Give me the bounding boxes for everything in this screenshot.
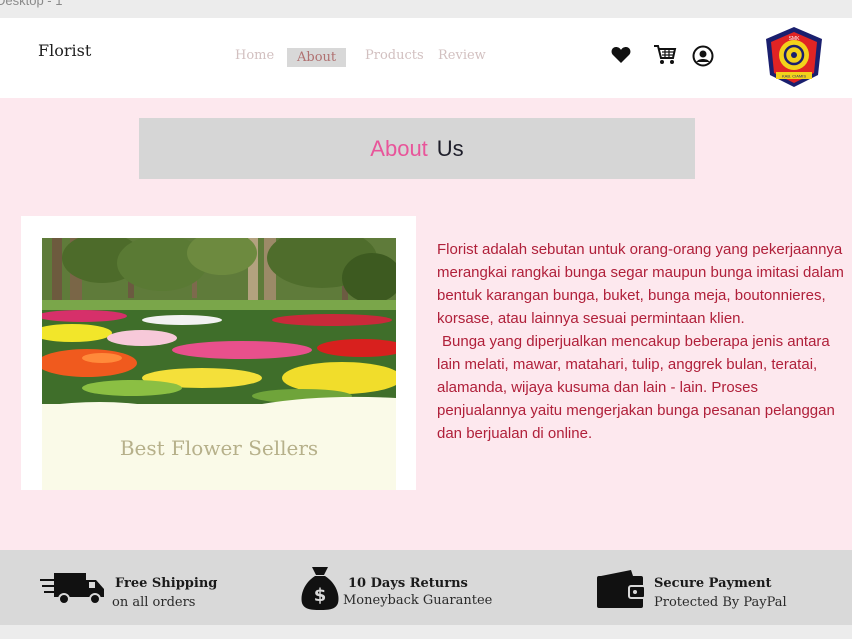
money-bag-icon: $ bbox=[300, 565, 340, 615]
features-bar: Free Shipping on all orders $ 10 Days Re… bbox=[0, 550, 852, 625]
about-heading: About Us bbox=[139, 118, 695, 179]
delivery-truck-icon bbox=[40, 570, 106, 610]
window-title: Desktop - 1 bbox=[0, 0, 63, 8]
image-caption: Best Flower Sellers bbox=[119, 436, 319, 460]
header: Florist Home About Products Review SMK K… bbox=[0, 18, 852, 98]
feature-subtitle: on all orders bbox=[112, 595, 196, 610]
feature-subtitle: Protected By PayPal bbox=[654, 595, 787, 610]
feature-subtitle: Moneyback Guarantee bbox=[343, 593, 493, 608]
feature-free-shipping: Free Shipping on all orders bbox=[40, 550, 240, 625]
about-paragraph-1: Florist adalah sebutan untuk orang-orang… bbox=[437, 241, 844, 327]
cart-icon[interactable] bbox=[653, 44, 677, 70]
feature-returns: $ 10 Days Returns Moneyback Guarantee bbox=[300, 550, 520, 625]
brand-name[interactable]: Florist bbox=[38, 41, 91, 60]
nav-about-link[interactable]: About bbox=[287, 48, 347, 67]
feature-secure-payment: Secure Payment Protected By PayPal bbox=[597, 550, 827, 625]
about-section: About Us Best Flower Sellers Florist ada… bbox=[0, 98, 852, 550]
heart-icon[interactable] bbox=[611, 46, 631, 68]
about-paragraph-2: Bunga yang diperjualkan mencakup beberap… bbox=[437, 333, 835, 442]
logo-top-text: SMK bbox=[789, 36, 801, 42]
flower-garden-image bbox=[42, 238, 396, 413]
svg-text:$: $ bbox=[314, 585, 327, 606]
nav-home-link[interactable]: Home bbox=[235, 48, 274, 63]
nav-products-link[interactable]: Products bbox=[365, 48, 424, 63]
user-icon[interactable] bbox=[692, 45, 714, 71]
flower-image-card: Best Flower Sellers bbox=[21, 216, 416, 490]
school-logo: SMK KAB. CIAMIS bbox=[762, 25, 826, 89]
feature-title: Free Shipping bbox=[115, 576, 218, 591]
nav-review-link[interactable]: Review bbox=[438, 48, 486, 63]
about-description: Florist adalah sebutan untuk orang-orang… bbox=[437, 238, 847, 445]
feature-title: Secure Payment bbox=[654, 576, 772, 591]
about-heading-rest: Us bbox=[436, 135, 464, 161]
about-heading-accent: About bbox=[370, 135, 428, 161]
wallet-icon bbox=[597, 570, 646, 612]
feature-title: 10 Days Returns bbox=[348, 576, 468, 591]
logo-bottom-text: KAB. CIAMIS bbox=[782, 74, 806, 79]
